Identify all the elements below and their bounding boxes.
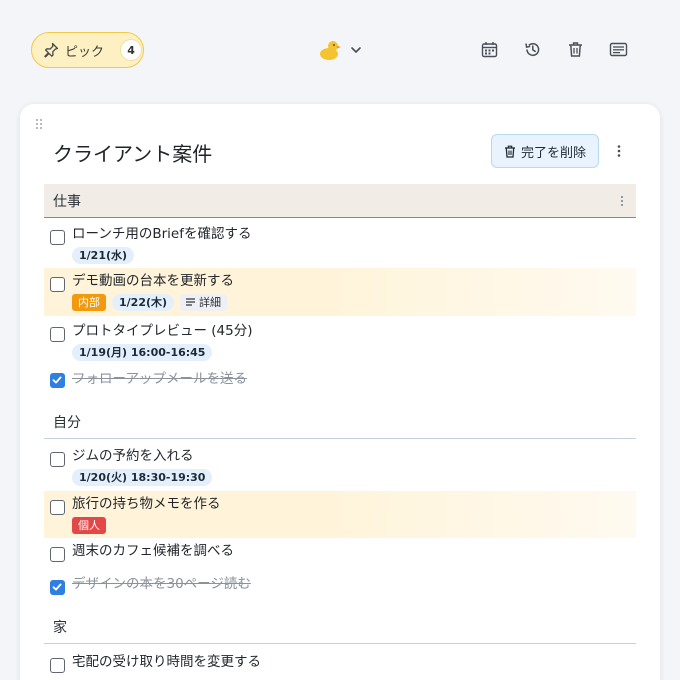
calendar-icon[interactable]	[478, 38, 500, 60]
task-checkbox[interactable]	[50, 452, 65, 467]
task-checkbox[interactable]	[50, 658, 65, 673]
project-card: クライアント案件 完了を削除 仕事 ローンチ用のBriefを確認する 1/21(…	[20, 104, 660, 680]
section-header-work[interactable]: 仕事	[44, 184, 636, 218]
pick-count-badge: 4	[120, 39, 143, 61]
task-title: 旅行の持ち物メモを作る	[72, 496, 221, 512]
due-date-chip: 1/21(水)	[72, 247, 135, 264]
section-title: 家	[53, 619, 67, 636]
pick-button[interactable]: ピック 4	[31, 32, 144, 68]
tag-chip: 個人	[72, 517, 106, 534]
pick-label: ピック	[65, 44, 105, 60]
app-logo-switcher[interactable]	[318, 38, 362, 62]
task-title: ローンチ用のBriefを確認する	[72, 226, 252, 242]
detail-label: 詳細	[199, 296, 222, 309]
task-checkbox[interactable]	[50, 230, 65, 245]
task-title: デザインの本を30ページ読む	[72, 576, 251, 592]
task-title: プロトタイプレビュー (45分)	[72, 323, 253, 339]
due-date-chip: 1/20(火) 18:30-19:30	[72, 469, 213, 486]
section-header-home[interactable]: 家	[44, 610, 636, 644]
chevron-down-icon	[350, 44, 362, 56]
task-item[interactable]: デザインの本を30ページ読む	[44, 573, 636, 601]
detail-chip[interactable]: 詳細	[180, 294, 228, 311]
task-checkbox[interactable]	[50, 327, 65, 342]
task-title: ジムの予約を入れる	[72, 448, 194, 464]
task-item[interactable]: デモ動画の台本を更新する 内部 1/22(木) 詳細	[44, 268, 636, 316]
task-item[interactable]: 旅行の持ち物メモを作る 個人	[44, 491, 636, 538]
section-header-personal[interactable]: 自分	[44, 405, 636, 439]
task-checkbox-checked[interactable]	[50, 580, 65, 595]
task-title: 宅配の受け取り時間を変更する	[72, 654, 261, 670]
notes-icon	[186, 294, 196, 311]
section-title: 自分	[53, 414, 81, 431]
project-title: クライアント案件	[53, 142, 213, 166]
history-icon[interactable]	[521, 38, 543, 60]
delete-completed-label: 完了を削除	[520, 145, 586, 161]
task-title: フォローアップメールを送る	[72, 371, 247, 387]
task-item[interactable]: 宅配の受け取り時間を変更する	[44, 651, 636, 679]
task-title: 週末のカフェ候補を調べる	[72, 543, 234, 559]
card-icon[interactable]	[607, 38, 629, 60]
task-item[interactable]: プロトタイプレビュー (45分) 1/19(月) 16:00-16:45	[44, 318, 636, 364]
top-bar: ピック 4	[0, 0, 680, 100]
trash-icon	[504, 145, 516, 158]
tag-chip: 内部	[72, 294, 106, 311]
pin-icon	[43, 42, 59, 58]
drag-handle-icon[interactable]	[35, 115, 43, 134]
delete-completed-button[interactable]: 完了を削除	[491, 134, 599, 168]
section-more-icon[interactable]	[620, 195, 624, 211]
task-checkbox[interactable]	[50, 500, 65, 515]
task-title: デモ動画の台本を更新する	[72, 273, 234, 289]
task-checkbox[interactable]	[50, 277, 65, 292]
task-checkbox[interactable]	[50, 547, 65, 562]
due-date-chip: 1/22(木)	[112, 294, 175, 311]
trash-icon[interactable]	[564, 38, 586, 60]
task-item[interactable]: フォローアップメールを送る	[44, 366, 636, 392]
task-item[interactable]: 週末のカフェ候補を調べる	[44, 540, 636, 568]
duck-icon	[318, 38, 342, 62]
task-checkbox-checked[interactable]	[50, 373, 65, 388]
task-item[interactable]: ローンチ用のBriefを確認する 1/21(水)	[44, 222, 636, 266]
due-date-chip: 1/19(月) 16:00-16:45	[72, 344, 213, 361]
section-title: 仕事	[53, 193, 81, 210]
task-item[interactable]: ジムの予約を入れる 1/20(火) 18:30-19:30	[44, 445, 636, 489]
card-more-icon[interactable]	[612, 142, 626, 160]
